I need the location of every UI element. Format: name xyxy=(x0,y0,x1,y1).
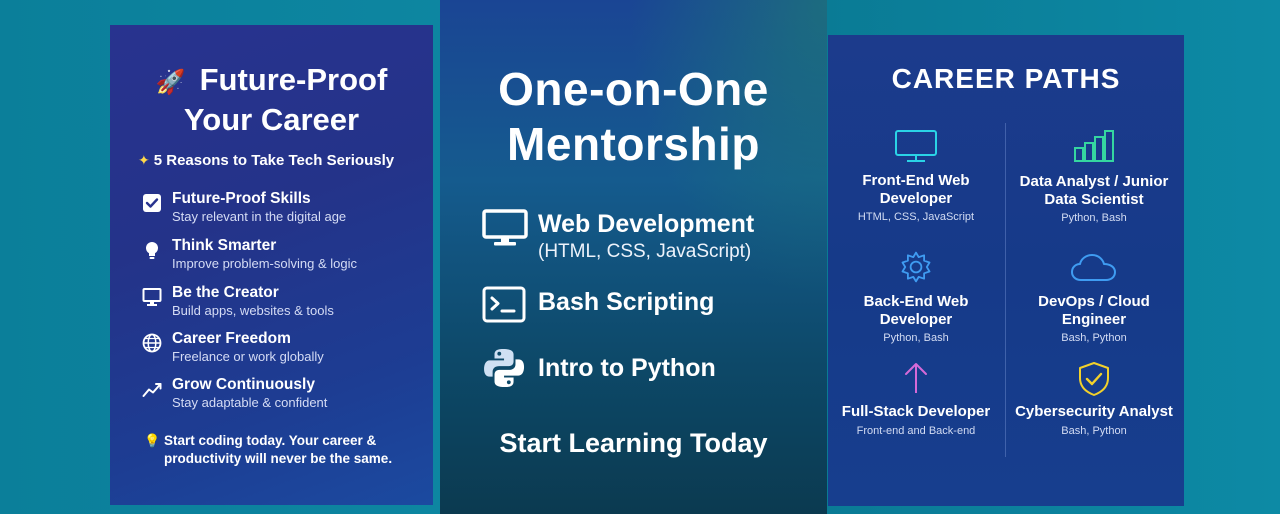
career-desc: Bash, Python xyxy=(1061,332,1127,344)
middle-panel-title: One-on-One Mentorship xyxy=(440,62,827,172)
reason-title: Be the Creator xyxy=(172,284,279,301)
course-desc: (HTML, CSS, JavaScript) xyxy=(538,241,752,262)
reason-desc: Freelance or work globally xyxy=(172,349,324,364)
right-panel-title: CAREER PATHS xyxy=(891,63,1121,94)
career-desc: Bash, Python xyxy=(1061,424,1127,437)
reason-desc: Improve problem-solving & logic xyxy=(172,256,357,271)
career-item: Data Analyst / Junior Data Scientist Pyt… xyxy=(1006,129,1182,224)
title-line-2: Mentorship xyxy=(507,118,760,170)
career-title: Data Analyst / Junior Data Scientist xyxy=(1019,173,1169,208)
left-panel-title: 🚀 Future-Proof Your Career xyxy=(110,61,433,138)
course-title: Intro to Python xyxy=(538,354,716,382)
reason-title: Future-Proof Skills xyxy=(172,190,311,207)
mentorship-panel: One-on-One Mentorship Web Development (H… xyxy=(440,0,827,514)
career-item: Cybersecurity Analyst Bash, Python xyxy=(1006,361,1182,437)
career-title: Front-End Web Developer xyxy=(862,172,970,207)
title-line-2: Your Career xyxy=(183,102,360,137)
career-title: Back-End Web Developer xyxy=(863,293,969,328)
career-item: Front-End Web Developer HTML, CSS, JavaS… xyxy=(828,129,1004,223)
rocket-icon: 🚀 xyxy=(155,69,186,96)
career-item: DevOps / Cloud Engineer Bash, Python xyxy=(1006,253,1182,344)
career-desc: Python, Bash xyxy=(1061,212,1127,224)
bar-chart-icon xyxy=(1074,130,1114,162)
reason-desc: Stay relevant in the digital age xyxy=(172,209,347,224)
reasons-panel: 🚀 Future-Proof Your Career ✦ 5 Reasons to … xyxy=(110,25,433,505)
course-title: Web Development xyxy=(538,210,755,238)
globe-icon xyxy=(142,333,162,353)
reason-desc: Build apps, websites & tools xyxy=(172,303,334,318)
reason-title: Think Smarter xyxy=(172,237,277,254)
reason-desc: Stay adaptable & confident xyxy=(172,395,328,410)
trend-up-icon xyxy=(142,383,162,397)
left-panel-subtitle: ✦ 5 Reasons to Take Tech Seriously xyxy=(138,152,395,169)
left-panel-footer: 💡 Start coding today. Your career & prod… xyxy=(144,433,393,466)
monitor-icon xyxy=(895,130,937,162)
start-learning-cta: Start Learning Today xyxy=(499,428,768,458)
sparkles-icon: ✦ xyxy=(138,152,150,168)
title-line-1: Future-Proof xyxy=(199,62,388,97)
reason-title: Grow Continuously xyxy=(172,376,315,393)
career-title: Full-Stack Developer xyxy=(841,403,991,420)
shield-check-icon xyxy=(1079,362,1109,396)
python-icon xyxy=(484,348,525,388)
title-line-1: One-on-One xyxy=(498,63,769,115)
monitor-icon xyxy=(482,209,528,246)
career-title: Cybersecurity Analyst xyxy=(1015,403,1173,420)
monitor-icon xyxy=(142,288,162,306)
course-title: Bash Scripting xyxy=(538,288,715,316)
terminal-icon xyxy=(482,286,526,323)
gear-icon xyxy=(901,251,931,283)
lightbulb-icon: 💡 xyxy=(144,433,161,448)
career-title: DevOps / Cloud Engineer xyxy=(1038,293,1150,328)
cloud-icon xyxy=(1071,254,1116,281)
career-desc: HTML, CSS, JavaScript xyxy=(857,211,975,223)
checkbox-icon xyxy=(143,194,161,212)
career-paths-panel: CAREER PATHS Front-End Web Developer HTM… xyxy=(828,35,1184,506)
career-desc: Python, Bash xyxy=(883,332,949,344)
arrow-up-icon xyxy=(905,363,927,393)
career-desc: Front-end and Back-end xyxy=(856,424,976,437)
career-item: Back-End Web Developer Python, Bash xyxy=(828,249,1004,344)
career-item: Full-Stack Developer Front-end and Back-… xyxy=(828,361,1004,437)
reason-title: Career Freedom xyxy=(172,330,291,347)
lightbulb-icon xyxy=(146,242,158,259)
